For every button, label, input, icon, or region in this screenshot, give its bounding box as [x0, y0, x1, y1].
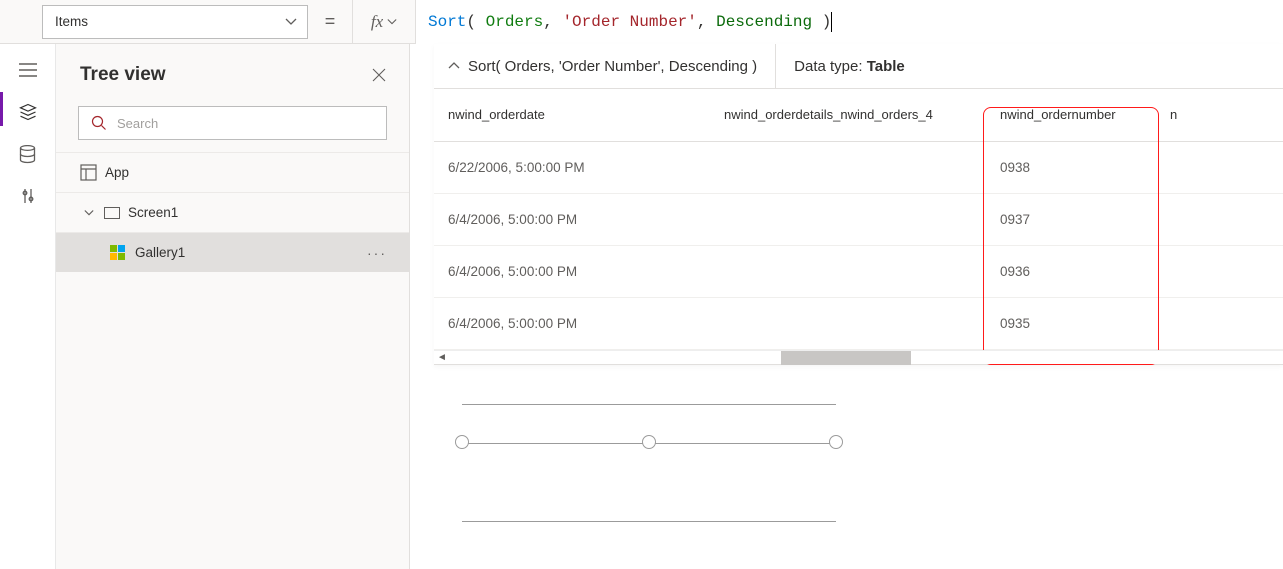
tree-item-app[interactable]: App [56, 152, 409, 192]
result-header: Sort( Orders, 'Order Number', Descending… [434, 44, 1283, 88]
chevron-down-icon [387, 17, 397, 27]
tree-item-label: Gallery1 [135, 245, 185, 260]
tree-item-screen1[interactable]: Screen1 [56, 192, 409, 232]
resize-handle[interactable] [829, 435, 843, 449]
text-cursor [831, 12, 832, 32]
formula-token-param: Orders [486, 13, 544, 31]
gallery-icon [110, 245, 125, 260]
table-row[interactable]: 6/22/2006, 5:00:00 PM 0938 [434, 141, 1283, 193]
scroll-left-icon[interactable]: ◄ [437, 352, 447, 363]
hamburger-icon[interactable] [18, 60, 38, 80]
formula-result-panel: Sort( Orders, 'Order Number', Descending… [434, 44, 1283, 365]
tree-item-gallery1[interactable]: Gallery1 ··· [56, 232, 409, 272]
table-header-row: nwind_orderdate nwind_orderdetails_nwind… [434, 89, 1283, 141]
tree-view-header: Tree view [56, 44, 409, 106]
screen-icon [104, 207, 120, 219]
column-header[interactable]: nwind_orderdate [434, 89, 710, 141]
more-icon[interactable]: ··· [367, 245, 387, 261]
chevron-down-icon [285, 16, 297, 28]
formula-token-fn: Sort [428, 13, 466, 31]
result-datatype: Data type: Table [776, 58, 905, 75]
equals-label: = [308, 11, 352, 32]
fx-button[interactable]: fx [352, 0, 416, 44]
table-row[interactable]: 6/4/2006, 5:00:00 PM 0936 [434, 245, 1283, 297]
column-header[interactable]: nwind_ordernumber [986, 89, 1156, 141]
resize-handle[interactable] [642, 435, 656, 449]
tree-item-label: Screen1 [128, 205, 178, 220]
tree-view-icon[interactable] [18, 102, 38, 122]
close-icon[interactable] [371, 67, 387, 83]
table-row[interactable]: 6/4/2006, 5:00:00 PM 0935 [434, 297, 1283, 349]
tree-view-panel: Tree view Search App Screen1 Galler [56, 44, 410, 569]
property-selector-value: Items [55, 14, 88, 29]
formula-bar: Items = fx Sort( Orders, 'Order Number',… [0, 0, 1283, 44]
data-icon[interactable] [18, 144, 38, 164]
canvas-area: Sort( Orders, 'Order Number', Descending… [410, 44, 1283, 569]
result-formula-text: Sort( Orders, 'Order Number', Descending… [468, 58, 757, 75]
resize-handle[interactable] [455, 435, 469, 449]
formula-token-string: 'Order Number' [562, 13, 696, 31]
fx-label: fx [371, 12, 383, 32]
property-selector[interactable]: Items [42, 5, 308, 39]
chevron-up-icon[interactable] [448, 60, 460, 72]
tree-item-label: App [105, 165, 129, 180]
column-header[interactable]: n [1156, 89, 1283, 141]
tree-search-placeholder: Search [117, 116, 158, 131]
column-header[interactable]: nwind_orderdetails_nwind_orders_4 [710, 89, 986, 141]
result-datatype-value: Table [867, 58, 905, 75]
gallery-selection[interactable] [462, 404, 836, 522]
main-area: Tree view Search App Screen1 Galler [0, 44, 1283, 569]
table-row[interactable]: 6/4/2006, 5:00:00 PM 0937 [434, 193, 1283, 245]
result-table: nwind_orderdate nwind_orderdetails_nwind… [434, 88, 1283, 350]
horizontal-scrollbar[interactable]: ◄ [434, 350, 1283, 364]
scrollbar-thumb[interactable] [781, 351, 911, 365]
search-icon [91, 115, 107, 131]
tree-view-title: Tree view [80, 64, 166, 86]
formula-token-enum: Descending [716, 13, 812, 31]
chevron-down-icon [84, 208, 96, 218]
tools-icon[interactable] [18, 186, 38, 206]
app-icon [80, 164, 97, 181]
selection-frame [462, 404, 836, 522]
formula-input[interactable]: Sort( Orders, 'Order Number', Descending… [416, 0, 1283, 44]
tree-search-input[interactable]: Search [78, 106, 387, 140]
left-rail [0, 44, 56, 569]
rail-active-indicator [0, 92, 3, 126]
